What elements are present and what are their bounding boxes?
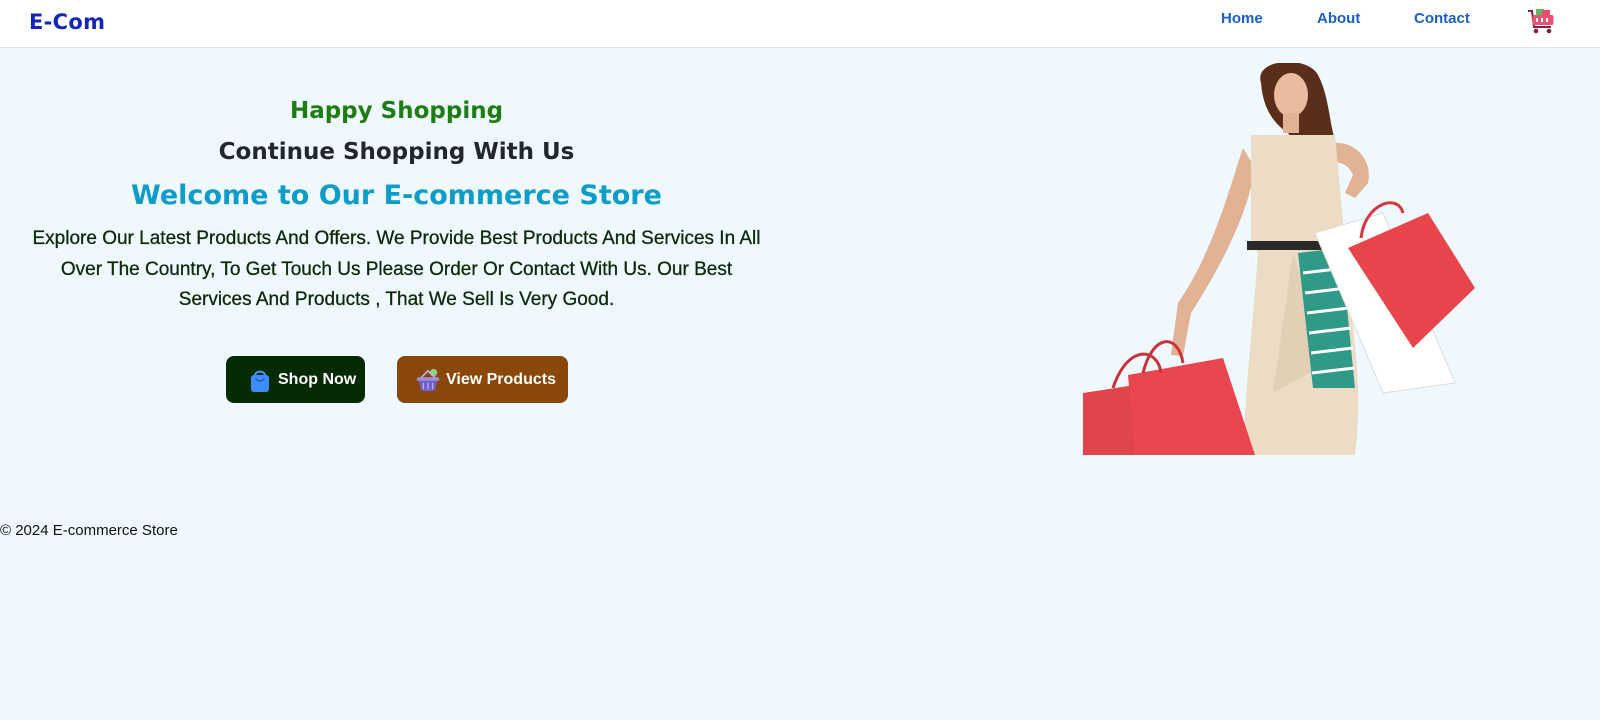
shopping-bag-icon <box>251 370 269 392</box>
hero-text: Happy Shopping Continue Shopping With Us… <box>30 92 763 316</box>
footer-copyright: © 2024 E-commerce Store <box>0 522 178 539</box>
hero-image <box>1078 61 1503 455</box>
shop-now-button[interactable]: Shop Now <box>226 356 365 403</box>
navbar: E-Com Home About Contact <box>0 0 1600 48</box>
cart-button[interactable] <box>1526 6 1556 36</box>
view-products-label: View Products <box>446 370 556 388</box>
hero-tagline: Happy Shopping <box>289 98 504 124</box>
shopping-cart-icon <box>1528 9 1554 34</box>
shop-now-label: Shop Now <box>278 370 357 388</box>
hero-title: Welcome to Our E-commerce Store <box>131 180 662 211</box>
nav-link-about[interactable]: About <box>1317 10 1360 27</box>
basket-icon <box>416 368 440 391</box>
hero-subtitle: Continue Shopping With Us <box>218 139 575 165</box>
view-products-button[interactable]: View Products <box>397 356 568 403</box>
nav-link-home[interactable]: Home <box>1221 10 1263 27</box>
brand-logo[interactable]: E-Com <box>29 10 105 34</box>
nav-link-contact[interactable]: Contact <box>1414 10 1470 27</box>
hero-description: Explore Our Latest Products And Offers. … <box>32 228 761 310</box>
